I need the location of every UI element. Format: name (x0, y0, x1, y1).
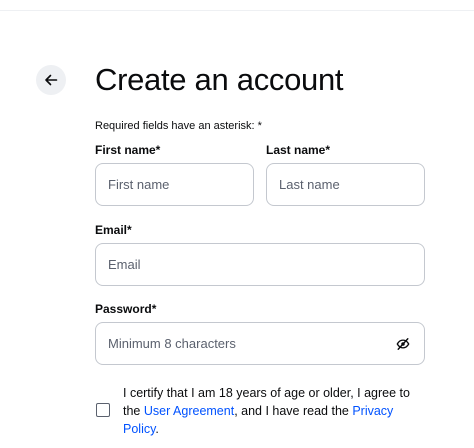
email-input[interactable] (108, 257, 412, 272)
last-name-input[interactable] (279, 177, 412, 192)
terms-text-middle: , and I have read the (234, 404, 353, 418)
user-agreement-link[interactable]: User Agreement (144, 404, 234, 418)
email-field-wrapper (95, 243, 425, 286)
page-title: Create an account (95, 62, 344, 97)
terms-agreement-text: I certify that I am 18 years of age or o… (123, 384, 423, 438)
password-field-wrapper (95, 322, 425, 365)
first-name-label: First name* (95, 143, 161, 157)
password-visibility-toggle[interactable] (394, 335, 412, 353)
terms-text-after: . (155, 422, 159, 436)
email-label: Email* (95, 223, 132, 237)
required-fields-note: Required fields have an asterisk: * (95, 120, 262, 132)
last-name-label: Last name* (266, 143, 331, 157)
header-divider (0, 10, 474, 11)
arrow-left-icon (45, 74, 58, 86)
eye-off-icon (396, 337, 410, 350)
password-label: Password* (95, 302, 157, 316)
first-name-field-wrapper (95, 163, 254, 206)
terms-checkbox[interactable] (96, 403, 110, 417)
back-button[interactable] (36, 65, 66, 95)
password-input[interactable] (108, 336, 394, 351)
first-name-input[interactable] (108, 177, 241, 192)
last-name-field-wrapper (266, 163, 425, 206)
